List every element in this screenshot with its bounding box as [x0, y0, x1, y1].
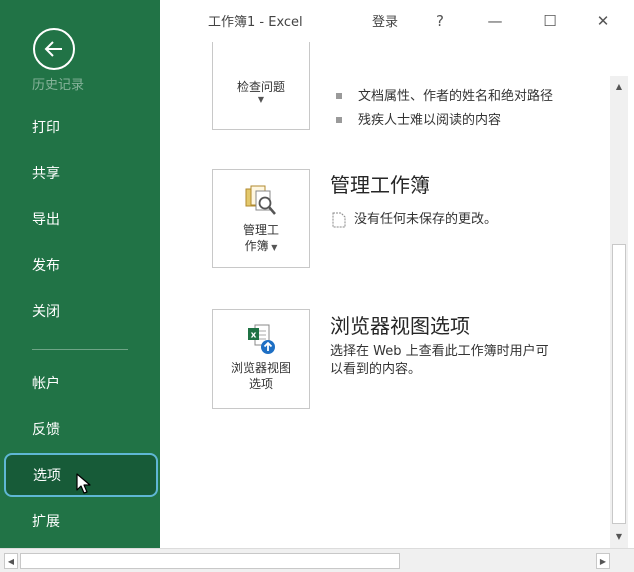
nav-item-export[interactable]: 导出	[32, 208, 60, 232]
nav-history: 历史记录	[32, 78, 85, 93]
vertical-scroll-thumb[interactable]	[612, 244, 626, 524]
browser-view-label-2: 选项	[248, 377, 273, 391]
backstage-nav: 历史记录 打印 共享 导出 发布 关闭 帐户 反馈 选项 扩展	[0, 0, 160, 548]
scroll-left-icon[interactable]: ◀	[4, 553, 18, 569]
help-button[interactable]: ?	[426, 8, 454, 34]
inspect-bullet-text: 残疾人士难以阅读的内容	[358, 113, 502, 128]
document-icon	[332, 212, 346, 227]
manage-workbook-title: 管理工作簿	[330, 173, 430, 197]
nav-item-publish[interactable]: 发布	[32, 254, 60, 278]
check-issues-button[interactable]: 检查问题 ▼	[212, 42, 310, 130]
back-arrow-icon[interactable]	[33, 28, 75, 70]
inspect-bullet-text: 文档属性、作者的姓名和绝对路径	[358, 89, 554, 104]
svg-text:x: x	[251, 331, 257, 341]
horizontal-scroll-thumb[interactable]	[20, 553, 400, 569]
check-issues-label: 检查问题	[236, 80, 285, 94]
title-bar: 工作簿1 - Excel 登录 ? — ☐ ✕	[160, 0, 634, 42]
nav-item-close[interactable]: 关闭	[32, 300, 60, 324]
manage-status: 没有任何未保存的更改。	[332, 208, 497, 228]
dropdown-arrow-icon: ▼	[268, 243, 278, 252]
close-button[interactable]: ✕	[589, 8, 617, 34]
login-link[interactable]: 登录	[372, 11, 398, 30]
dropdown-arrow-icon: ▼	[257, 95, 265, 104]
manage-workbook-icon	[245, 185, 276, 215]
nav-divider	[32, 349, 128, 350]
inspect-bullet: 文档属性、作者的姓名和绝对路径	[336, 85, 553, 104]
scroll-up-icon[interactable]: ▲	[610, 78, 628, 94]
horizontal-scrollbar[interactable]: ◀ ▶	[0, 548, 634, 572]
browser-view-desc-1: 选择在 Web 上查看此工作簿时用户可	[330, 344, 549, 359]
nav-item-share[interactable]: 共享	[32, 162, 60, 186]
browser-view-label-1: 浏览器视图	[230, 361, 291, 375]
vertical-scrollbar[interactable]: ▲ ▼	[610, 76, 628, 548]
maximize-button[interactable]: ☐	[536, 8, 564, 34]
manage-workbook-button[interactable]: 管理工 作簿 ▼	[212, 169, 310, 268]
inspect-bullet: 残疾人士难以阅读的内容	[336, 109, 501, 128]
minimize-button[interactable]: —	[481, 8, 509, 34]
browser-view-icon: x	[248, 324, 275, 354]
manage-status-text: 没有任何未保存的更改。	[354, 212, 498, 227]
manage-workbook-label-2: 作簿	[244, 239, 269, 253]
browser-view-options-button[interactable]: x 浏览器视图 选项	[212, 309, 310, 409]
nav-item-account[interactable]: 帐户	[32, 372, 60, 396]
scroll-down-icon[interactable]: ▼	[610, 528, 628, 544]
scroll-right-icon[interactable]: ▶	[596, 553, 610, 569]
bullet-icon	[336, 92, 342, 99]
nav-item-extensions[interactable]: 扩展	[32, 510, 60, 534]
nav-item-print[interactable]: 打印	[32, 116, 60, 140]
browser-view-desc-2: 以看到的内容。	[330, 362, 422, 377]
nav-item-feedback[interactable]: 反馈	[32, 418, 60, 442]
browser-view-title: 浏览器视图选项	[330, 314, 470, 338]
nav-item-options-label: 选项	[33, 468, 61, 484]
info-panel: 检查问题 ▼ 文档属性、作者的姓名和绝对路径 残疾人士难以阅读的内容 管理工 作…	[160, 42, 610, 548]
bullet-icon	[336, 116, 342, 123]
mouse-cursor-icon	[76, 473, 91, 494]
window-title: 工作簿1 - Excel	[208, 15, 303, 30]
manage-workbook-label-1: 管理工	[242, 223, 279, 237]
